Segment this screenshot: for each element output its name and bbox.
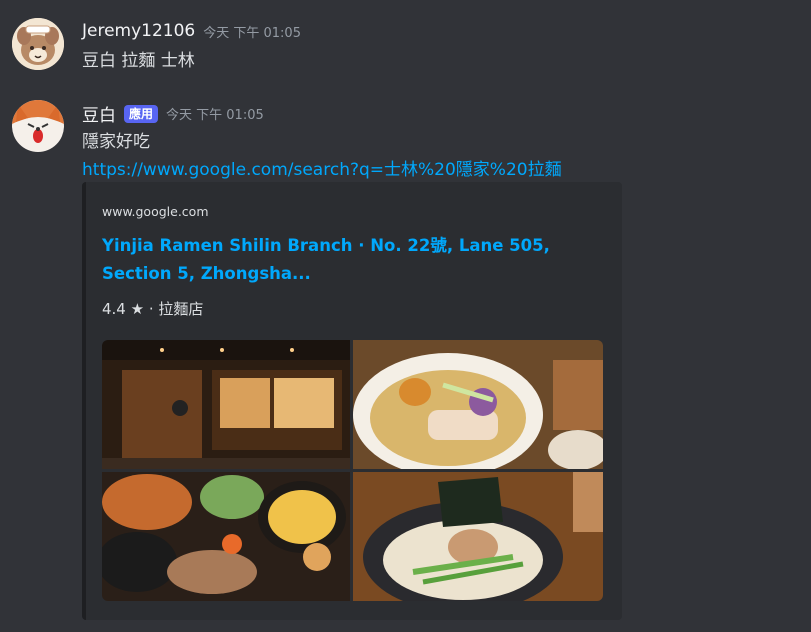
timestamp: 今天 下午 01:05 bbox=[166, 108, 264, 123]
search-link[interactable]: https://www.google.com/search?q=士林%20隱家%… bbox=[82, 160, 562, 180]
message-text: 隱家好吃 bbox=[82, 132, 150, 152]
message-link-line: https://www.google.com/search?q=士林%20隱家%… bbox=[82, 155, 562, 180]
avatar[interactable] bbox=[12, 100, 64, 152]
embed-title[interactable]: Yinjia Ramen Shilin Branch · No. 22號, La… bbox=[102, 232, 602, 288]
gallery-image-tonkotsu[interactable] bbox=[353, 472, 603, 601]
gallery-image-storefront[interactable] bbox=[102, 340, 350, 469]
message-2: 豆白 應用 今天 下午 01:05 隱家好吃 https://www.googl… bbox=[0, 0, 811, 632]
embed-provider[interactable]: www.google.com bbox=[102, 204, 209, 219]
app-badge: 應用 bbox=[124, 104, 159, 123]
embed-description: 4.4 ★ · 拉麵店 bbox=[102, 300, 204, 318]
link-embed: www.google.com Yinjia Ramen Shilin Branc… bbox=[82, 182, 622, 620]
username[interactable]: 豆白 bbox=[82, 101, 116, 126]
image-gallery bbox=[102, 340, 603, 601]
gallery-image-tsukemen[interactable] bbox=[102, 472, 350, 601]
gallery-image-ramen-bowl[interactable] bbox=[353, 340, 603, 477]
